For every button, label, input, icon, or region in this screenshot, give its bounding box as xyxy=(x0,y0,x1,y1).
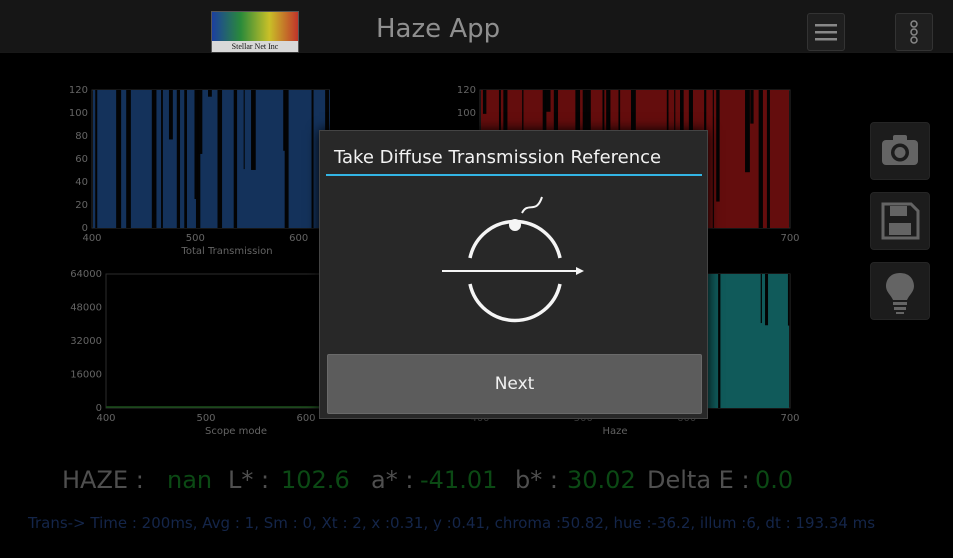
dialog-title: Take Diffuse Transmission Reference xyxy=(334,147,662,168)
next-button[interactable]: Next xyxy=(327,354,702,414)
logo-text: Stellar Net Inc xyxy=(212,41,298,52)
dialog-title-divider xyxy=(326,174,702,176)
app-title: Haze App xyxy=(376,14,501,44)
hamburger-icon xyxy=(815,24,837,41)
app-toolbar: Stellar Net Inc Haze App xyxy=(0,0,953,53)
menu-button[interactable] xyxy=(807,13,845,51)
reference-dialog: Take Diffuse Transmission Reference Next xyxy=(319,130,708,419)
vertical-dots-icon xyxy=(910,20,918,44)
stellarnet-logo: Stellar Net Inc xyxy=(211,11,299,53)
integrating-sphere-icon xyxy=(442,196,584,323)
overflow-menu-button[interactable] xyxy=(895,13,933,51)
